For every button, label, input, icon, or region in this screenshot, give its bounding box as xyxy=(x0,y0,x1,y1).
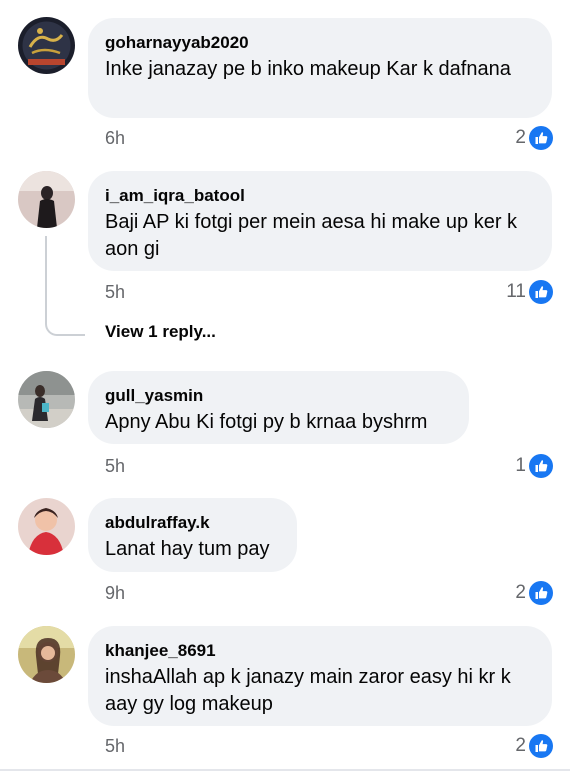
thumbs-up-icon xyxy=(529,734,553,758)
comment-bubble: khanjee_8691 inshaAllah ap k janazy main… xyxy=(88,626,552,726)
avatar[interactable] xyxy=(18,17,75,74)
comment-text: Baji AP ki fotgi per mein aesa hi make u… xyxy=(105,211,518,260)
thumbs-up-icon xyxy=(529,280,553,304)
comment-time: 5h xyxy=(105,282,126,302)
comment-text: Lanat hay tum pay xyxy=(105,538,270,560)
thumbs-up-icon xyxy=(529,454,553,478)
comment-bubble: gull_yasmin Apny Abu Ki fotgi py b krnaa… xyxy=(88,371,469,444)
thumbs-up-icon xyxy=(529,581,553,605)
comment-time: 5h xyxy=(105,456,126,476)
comment-bubble: goharnayyab2020 Inke janazay pe b inko m… xyxy=(88,18,552,118)
comment-bubble: i_am_iqra_batool Baji AP ki fotgi per me… xyxy=(88,171,552,271)
comment-time: 5h xyxy=(105,736,126,756)
reply-thread-line xyxy=(45,236,85,336)
divider xyxy=(0,769,570,771)
like-count-number: 2 xyxy=(515,582,526,603)
comment-username[interactable]: gull_yasmin xyxy=(105,385,451,407)
like-count[interactable]: 2 xyxy=(515,734,553,758)
like-count-number: 2 xyxy=(515,735,526,756)
like-count[interactable]: 11 xyxy=(506,280,553,304)
comment-time: 6h xyxy=(105,128,126,148)
avatar[interactable] xyxy=(18,371,75,428)
comment-text: Inke janazay pe b inko makeup Kar k dafn… xyxy=(105,58,511,80)
comment-text: Apny Abu Ki fotgi py b krnaa byshrm xyxy=(105,411,428,433)
comment-username[interactable]: goharnayyab2020 xyxy=(105,32,534,54)
view-replies-link[interactable]: View 1 reply... xyxy=(105,322,216,342)
comment-username[interactable]: i_am_iqra_batool xyxy=(105,185,534,207)
comment-bubble: abdulraffay.k Lanat hay tum pay xyxy=(88,498,297,572)
like-count-number: 1 xyxy=(515,455,526,476)
like-count-number: 11 xyxy=(506,281,526,302)
comment-time: 9h xyxy=(105,583,126,603)
comment-username[interactable]: abdulraffay.k xyxy=(105,512,279,534)
comment-username[interactable]: khanjee_8691 xyxy=(105,640,534,662)
like-count-number: 2 xyxy=(515,127,526,148)
comment-text: inshaAllah ap k janazy main zaror easy h… xyxy=(105,666,511,715)
avatar[interactable] xyxy=(18,171,75,228)
avatar[interactable] xyxy=(18,626,75,683)
avatar[interactable] xyxy=(18,498,75,555)
like-count[interactable]: 1 xyxy=(515,454,553,478)
thumbs-up-icon xyxy=(529,126,553,150)
like-count[interactable]: 2 xyxy=(515,126,553,150)
like-count[interactable]: 2 xyxy=(515,581,553,605)
